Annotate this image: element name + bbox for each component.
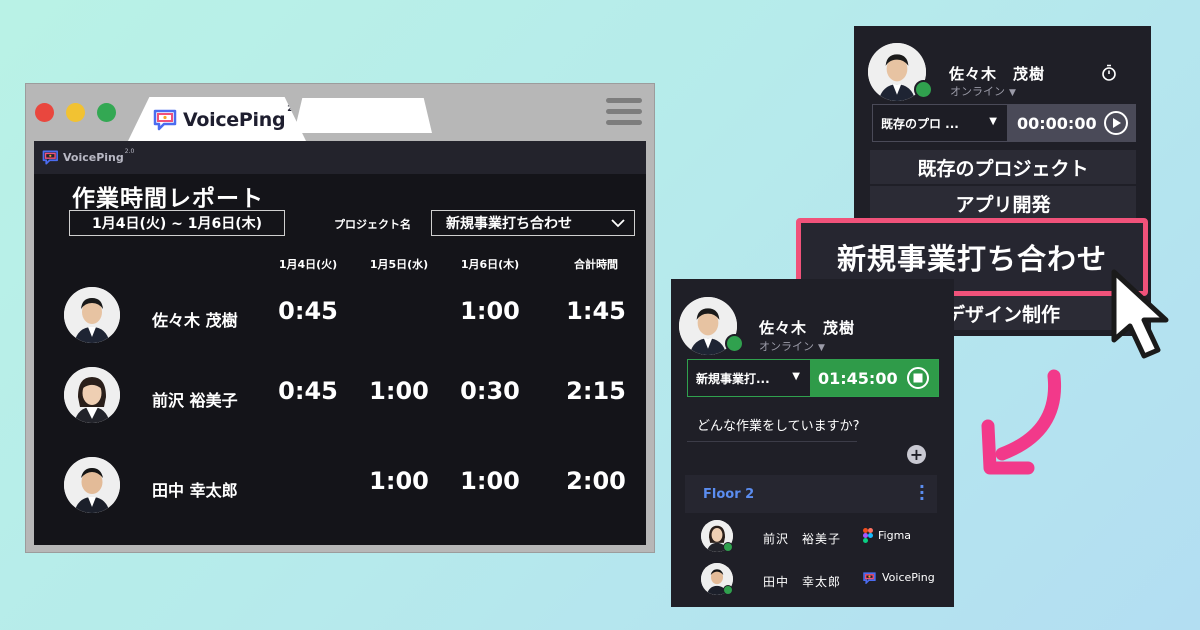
voiceping-icon xyxy=(863,571,876,584)
add-icon[interactable]: + xyxy=(907,445,926,464)
total-cell: 2:00 xyxy=(566,467,626,495)
avatar xyxy=(64,367,120,423)
user-name: 佐々木 茂樹 xyxy=(949,65,1046,83)
column-header: 1月5日(水) xyxy=(369,258,429,271)
status-label: オンライン xyxy=(759,340,814,353)
employee-name: 田中 幸太郎 xyxy=(152,481,238,500)
floor-name: Floor 2 xyxy=(703,487,755,502)
maximize-window-button[interactable] xyxy=(97,103,116,122)
project-label: プロジェクト名 xyxy=(334,218,411,231)
caret-down-icon: ▼ xyxy=(989,116,997,127)
browser-tab-voiceping[interactable]: VoicePing 2.0 xyxy=(128,97,306,141)
table-row: 佐々木 茂樹 0:45 1:00 1:45 xyxy=(34,279,646,349)
time-cell: 0:45 xyxy=(278,377,338,405)
time-cell: 1:00 xyxy=(460,467,520,495)
menu-icon[interactable] xyxy=(606,98,642,131)
app-topbar: VoicePing 2.0 xyxy=(34,141,646,174)
caret-down-icon: ▼ xyxy=(818,343,825,353)
project-select[interactable]: 新規事業打ち合わせ xyxy=(431,210,635,236)
voiceping-logo-icon xyxy=(42,150,58,165)
chevron-down-icon xyxy=(611,219,625,228)
man-avatar-icon xyxy=(64,287,120,343)
more-options-icon[interactable]: · · · xyxy=(919,479,925,507)
time-cell: 0:30 xyxy=(460,377,520,405)
task-input[interactable]: どんな作業をしていますか? xyxy=(697,415,860,434)
voiceping-logo: VoicePing 2.0 xyxy=(153,104,301,131)
active-timer-bar: 新規事業打... ▼ 01:45:00 xyxy=(687,359,939,397)
employee-name: 佐々木 茂樹 xyxy=(152,311,238,330)
play-icon[interactable] xyxy=(1103,110,1129,136)
status-label: オンライン xyxy=(950,85,1005,98)
close-window-button[interactable] xyxy=(35,103,54,122)
floor-header[interactable]: Floor 2 · · · xyxy=(685,475,937,513)
time-tracking-panel: 佐々木 茂樹 オンライン ▼ 新規事業打... ▼ 01:45:00 どんな作業を… xyxy=(671,279,954,607)
online-status-indicator xyxy=(723,542,733,552)
figma-icon xyxy=(863,528,873,543)
input-underline xyxy=(687,441,857,442)
member-app-label: VoicePing xyxy=(882,571,935,584)
member-app-label: Figma xyxy=(878,529,912,542)
column-header: 1月6日(木) xyxy=(460,258,520,271)
member-app: VoicePing xyxy=(863,571,935,584)
online-status-indicator xyxy=(725,334,744,353)
minimize-window-button[interactable] xyxy=(66,103,85,122)
timer-display: 01:45:00 xyxy=(810,360,938,396)
app-logo-text: VoicePing xyxy=(63,151,124,164)
arrow-icon xyxy=(981,369,1062,475)
project-dropdown-value: 新規事業打... xyxy=(696,371,770,386)
employee-name: 前沢 裕美子 xyxy=(152,391,238,410)
project-timer-bar: 既存のプロ ... ▼ 00:00:00 xyxy=(872,104,1136,142)
time-cell: 1:00 xyxy=(460,297,520,325)
member-name: 前沢 裕美子 xyxy=(763,532,842,546)
time-cell: 1:00 xyxy=(369,377,429,405)
table-row: 前沢 裕美子 0:45 1:00 0:30 2:15 xyxy=(34,359,646,429)
column-header: 1月4日(火) xyxy=(278,258,338,271)
column-header: 合計時間 xyxy=(574,258,618,271)
browser-tab-empty[interactable] xyxy=(294,98,432,133)
project-dropdown[interactable]: 既存のプロ ... ▼ xyxy=(873,105,1007,141)
list-item[interactable]: 前沢 裕美子 Figma xyxy=(671,520,954,560)
app-logo-version: 2.0 xyxy=(124,148,135,155)
project-option[interactable]: 既存のプロジェクト xyxy=(870,150,1136,184)
stop-icon[interactable] xyxy=(906,366,930,390)
time-cell: 0:45 xyxy=(278,297,338,325)
total-cell: 1:45 xyxy=(566,297,626,325)
time-cell: 1:00 xyxy=(369,467,429,495)
timer-display: 00:00:00 xyxy=(1007,105,1135,141)
date-range-picker[interactable]: 1月4日(火) ~ 1月6日(木) xyxy=(69,210,285,236)
project-dropdown[interactable]: 新規事業打... ▼ xyxy=(688,360,810,396)
avatar xyxy=(64,287,120,343)
status-dropdown[interactable]: オンライン ▼ xyxy=(759,338,825,354)
project-dropdown-value: 既存のプロ ... xyxy=(881,116,959,131)
logo-text: VoicePing xyxy=(183,109,286,131)
project-select-value: 新規事業打ち合わせ xyxy=(446,216,572,232)
user-name: 佐々木 茂樹 xyxy=(759,319,856,337)
voiceping-logo-icon xyxy=(153,109,177,131)
project-option[interactable]: アプリ開発 xyxy=(870,186,1136,220)
woman-avatar-icon xyxy=(64,367,120,423)
online-status-indicator xyxy=(723,585,733,595)
caret-down-icon: ▼ xyxy=(1009,88,1016,98)
status-dropdown[interactable]: オンライン ▼ xyxy=(950,83,1016,99)
avatar xyxy=(64,457,120,513)
page-title: 作業時間レポート xyxy=(72,186,264,212)
table-row: 田中 幸太郎 1:00 1:00 2:00 xyxy=(34,449,646,519)
app-logo: VoicePing 2.0 xyxy=(42,148,135,165)
caret-down-icon: ▼ xyxy=(792,371,800,382)
report-screen: VoicePing 2.0 作業時間レポート 1月4日(火) ~ 1月6日(木)… xyxy=(34,141,646,545)
timer-value: 00:00:00 xyxy=(1017,113,1097,133)
man-avatar-icon xyxy=(64,457,120,513)
timer-value: 01:45:00 xyxy=(818,368,898,388)
mouse-cursor-icon xyxy=(1111,269,1169,359)
browser-window: VoicePing 2.0 VoicePing 2.0 作業時間レポート 1月4… xyxy=(25,83,655,553)
member-app: Figma xyxy=(863,528,911,543)
stopwatch-icon[interactable] xyxy=(1101,64,1117,81)
member-name: 田中 幸太郎 xyxy=(763,575,842,589)
list-item[interactable]: 田中 幸太郎 VoicePing xyxy=(671,563,954,603)
online-status-indicator xyxy=(914,80,933,99)
total-cell: 2:15 xyxy=(566,377,626,405)
